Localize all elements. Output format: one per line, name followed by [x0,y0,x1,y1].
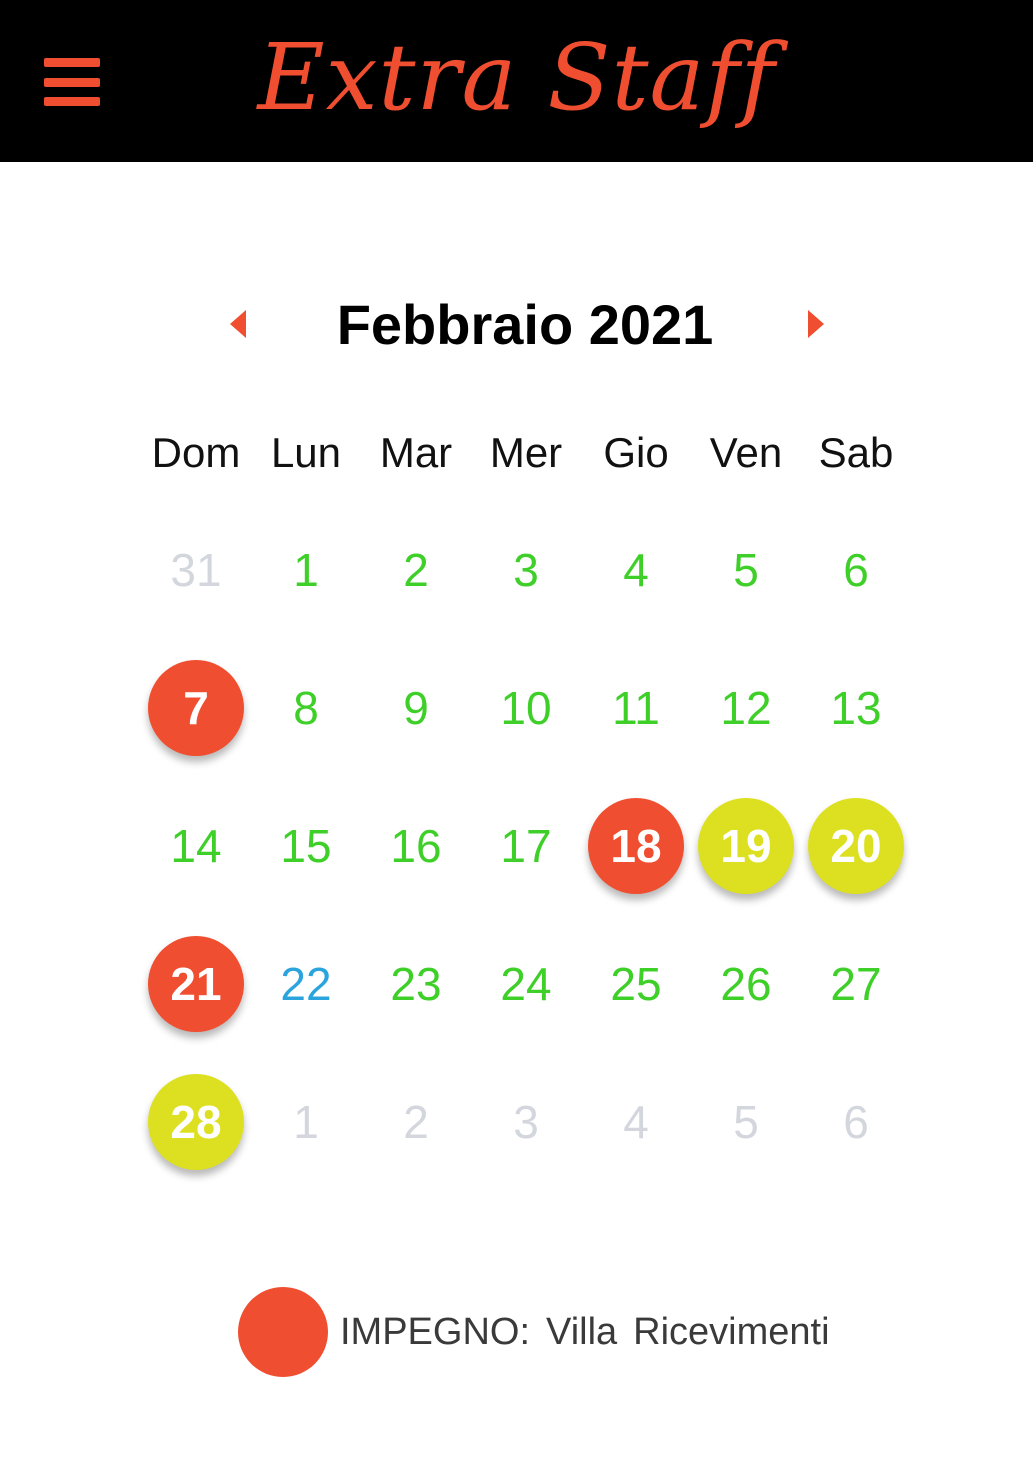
calendar-day-outside: 3 [513,1096,539,1148]
calendar-day-free[interactable]: 6 [808,522,904,618]
weekday-header: Dom Lun Mar Mer Gio Ven Sab [0,420,1033,486]
month-navigation: Febbraio 2021 [0,280,1033,370]
calendar-day-free[interactable]: 2 [368,522,464,618]
legend-label: IMPEGNO: [340,1310,531,1353]
calendar-day-free[interactable]: 3 [478,522,574,618]
calendar-day-free[interactable]: 9 [368,660,464,756]
calendar-day-outside: 1 [293,1096,319,1148]
legend-word: Villa [546,1310,618,1353]
calendar-day-red[interactable]: 7 [148,660,244,756]
top-bar: Extra Staff [0,0,1033,162]
calendar-grid: 31 1 2 3 4 5 6 7 8 9 10 11 12 13 14 15 16 17 18 19 20 21 22 23 2… [0,0,1033,1466]
legend: IMPEGNO: Villa Ricevimenti [238,1286,846,1378]
calendar-day-free[interactable]: 13 [808,660,904,756]
calendar-day-outside: 6 [843,1096,869,1148]
calendar-day-outside: 5 [733,1096,759,1148]
legend-text: IMPEGNO: Villa Ricevimenti [340,1311,846,1354]
calendar-day-yellow[interactable]: 20 [808,798,904,894]
chevron-right-icon[interactable] [808,310,824,338]
calendar-day-free[interactable]: 12 [698,660,794,756]
calendar-day-free[interactable]: 24 [478,936,574,1032]
legend-busy-dot [238,1287,328,1377]
calendar-day-outside: 31 [170,544,222,596]
calendar-day-free[interactable]: 1 [258,522,354,618]
calendar-day-free[interactable]: 26 [698,936,794,1032]
calendar-day-free[interactable]: 5 [698,522,794,618]
calendar-day-free[interactable]: 14 [148,798,244,894]
legend-word: Ricevimenti [633,1310,830,1353]
calendar-day-red[interactable]: 18 [588,798,684,894]
weekday-label: Gio [603,429,669,476]
calendar-day-red[interactable]: 21 [148,936,244,1032]
weekday-label: Mar [379,429,453,476]
calendar-day-free[interactable]: 8 [258,660,354,756]
weekday-label: Mer [489,429,563,476]
weekday-label: Ven [709,429,783,476]
calendar-day-free[interactable]: 10 [478,660,574,756]
calendar-day-yellow[interactable]: 19 [698,798,794,894]
calendar-day-outside: 4 [623,1096,649,1148]
calendar-day-free[interactable]: 16 [368,798,464,894]
calendar-day-free[interactable]: 17 [478,798,574,894]
calendar-day-free[interactable]: 11 [588,660,684,756]
weekday-label: Sab [818,429,894,476]
brand-logo: Extra Staff [257,24,776,131]
calendar-day-free[interactable]: 23 [368,936,464,1032]
calendar-day-free[interactable]: 25 [588,936,684,1032]
calendar-day-yellow[interactable]: 28 [148,1074,244,1170]
calendar-day-today[interactable]: 22 [258,936,354,1032]
calendar-day-free[interactable]: 4 [588,522,684,618]
calendar-day-free[interactable]: 15 [258,798,354,894]
weekday-label: Dom [151,429,241,476]
calendar-day-free[interactable]: 27 [808,936,904,1032]
weekday-label: Lun [270,429,342,476]
month-title: Febbraio 2021 [336,293,714,356]
calendar-day-outside: 2 [403,1096,429,1148]
